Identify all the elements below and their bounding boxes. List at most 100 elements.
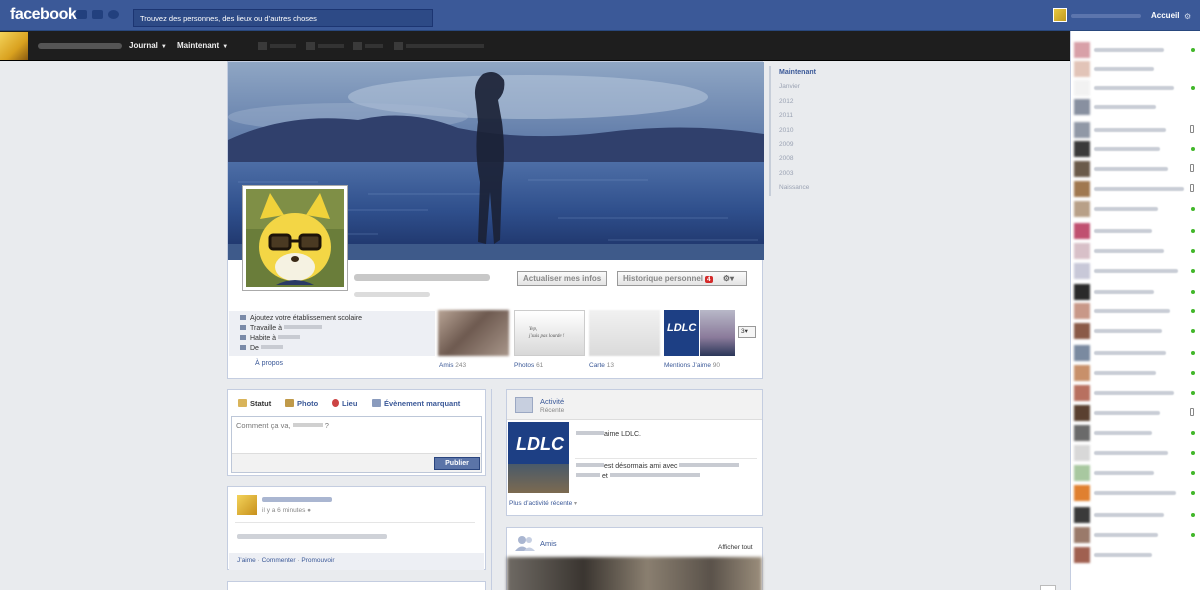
publish-button[interactable]: Publier: [434, 457, 480, 470]
tl-nav-item[interactable]: 2009: [779, 138, 849, 152]
about-link[interactable]: À propos: [255, 360, 283, 367]
friends-title[interactable]: Amis: [540, 539, 557, 548]
chat-contact[interactable]: [1074, 547, 1199, 563]
promote-link[interactable]: Promouvoir: [301, 557, 334, 564]
tab-life-event[interactable]: Évènement marquant: [372, 399, 460, 408]
timeline-bar-name-blurred[interactable]: [38, 43, 122, 49]
post-avatar[interactable]: [237, 495, 257, 515]
home-link[interactable]: Accueil: [1151, 11, 1179, 20]
profile-picture[interactable]: [242, 185, 348, 291]
tl-nav-item[interactable]: Naissance: [779, 181, 849, 195]
comment-link[interactable]: Commenter: [262, 557, 296, 564]
map-thumbnail[interactable]: [589, 310, 660, 356]
user-name-blurred[interactable]: [1071, 14, 1141, 18]
chat-contact[interactable]: [1074, 61, 1199, 77]
chat-contact[interactable]: [1074, 122, 1199, 138]
chat-contact[interactable]: [1074, 80, 1199, 96]
activity-item-like[interactable]: aime LDLC.: [576, 431, 641, 438]
chat-contact[interactable]: [1074, 303, 1199, 319]
chat-contact[interactable]: [1074, 99, 1199, 115]
tab-photo[interactable]: Photo: [285, 399, 318, 408]
photos-count-label[interactable]: Photos 61: [514, 362, 543, 369]
chat-contact[interactable]: [1074, 365, 1199, 381]
chat-contact[interactable]: [1074, 507, 1199, 523]
tab-place[interactable]: Lieu: [332, 399, 357, 408]
friends-photos-blurred[interactable]: [507, 557, 762, 590]
chat-contact[interactable]: [1074, 42, 1199, 58]
chat-options-button[interactable]: [1040, 585, 1056, 590]
chat-contact[interactable]: [1074, 323, 1199, 339]
chat-contact[interactable]: [1074, 161, 1199, 177]
faded-status-icon: [258, 42, 296, 51]
info-from-value-blurred[interactable]: [260, 345, 283, 349]
info-school[interactable]: Ajoutez votre établissement scolaire: [240, 315, 362, 322]
activity-item-friend-cont[interactable]: et: [576, 473, 700, 480]
photo-icon: [285, 399, 294, 407]
friends-thumbnail[interactable]: [438, 310, 509, 356]
chat-contact[interactable]: [1074, 465, 1199, 481]
more-thumbnails-button[interactable]: 3▾: [738, 326, 756, 338]
likes-thumbnail[interactable]: LDLC: [664, 310, 735, 356]
chat-contact[interactable]: [1074, 385, 1199, 401]
chevron-down-icon: ▾: [574, 501, 578, 507]
chat-contact[interactable]: [1074, 445, 1199, 461]
status-icon: [238, 399, 247, 407]
maintenant-menu[interactable]: Maintenant ▼: [177, 41, 228, 50]
chat-contact[interactable]: [1074, 243, 1199, 259]
chat-contact[interactable]: [1074, 527, 1199, 543]
tl-nav-item[interactable]: 2003: [779, 167, 849, 181]
chat-contact[interactable]: [1074, 201, 1199, 217]
chat-contact[interactable]: [1074, 141, 1199, 157]
chat-contact[interactable]: [1074, 425, 1199, 441]
info-work-value-blurred[interactable]: [284, 325, 323, 329]
more-activity-link[interactable]: Plus d’activité récente ▾: [509, 500, 577, 507]
tl-nav-now[interactable]: Maintenant: [779, 66, 849, 80]
online-dot: [1191, 147, 1195, 151]
facebook-logo[interactable]: facebook: [10, 6, 77, 24]
notifications-icon[interactable]: [108, 10, 119, 19]
chat-contact[interactable]: [1074, 223, 1199, 239]
chat-contact[interactable]: [1074, 284, 1199, 300]
activity-log-button[interactable]: Historique personnel 4 ⚙▾: [617, 271, 747, 286]
friends-box: Amis Afficher tout: [506, 527, 763, 590]
ldlc-page-image[interactable]: LDLC: [508, 422, 569, 493]
map-count-label[interactable]: Carte 13: [589, 362, 614, 369]
search-input[interactable]: Trouvez des personnes, des lieux ou d’au…: [133, 9, 433, 27]
see-all-friends-link[interactable]: Afficher tout: [718, 544, 753, 551]
tl-nav-item[interactable]: 2011: [779, 109, 849, 123]
tl-nav-item[interactable]: 2010: [779, 124, 849, 138]
friends-count-label[interactable]: Amis 243: [439, 362, 466, 369]
chat-contact[interactable]: [1074, 485, 1199, 501]
chat-contact[interactable]: [1074, 405, 1199, 421]
timeline-bar-avatar[interactable]: [0, 32, 28, 60]
status-input[interactable]: Comment ça va, ? Publier: [231, 416, 482, 473]
timeline-post: [227, 581, 486, 590]
chat-contact[interactable]: [1074, 345, 1199, 361]
photos-thumbnail[interactable]: Yep, j'suis pas lourde !: [514, 310, 585, 356]
tab-status[interactable]: Statut: [238, 399, 271, 408]
chat-contact[interactable]: [1074, 181, 1199, 197]
info-from-text: De: [250, 345, 259, 352]
friend-requests-icon[interactable]: [76, 10, 87, 19]
tl-nav-item[interactable]: 2008: [779, 152, 849, 166]
chat-contact[interactable]: [1074, 263, 1199, 279]
post-author-blurred[interactable]: [262, 497, 332, 502]
place-icon: [332, 399, 339, 407]
activity-item-friend[interactable]: est désormais ami avec: [576, 463, 740, 470]
post-time[interactable]: il y a 6 minutes ●: [262, 507, 311, 514]
work-icon: [240, 325, 246, 330]
online-dot: [1191, 309, 1195, 313]
tl-nav-item[interactable]: Janvier: [779, 80, 849, 94]
account-menu-icon[interactable]: ⚙: [1184, 12, 1191, 21]
online-dot: [1191, 207, 1195, 211]
user-avatar[interactable]: [1053, 8, 1067, 22]
tl-nav-item[interactable]: 2012: [779, 95, 849, 109]
likes-count-label[interactable]: Mentions J’aime 90: [664, 362, 720, 369]
timeline-bar: Journal ▼ Maintenant ▼: [0, 31, 1070, 61]
update-info-button[interactable]: Actualiser mes infos: [517, 271, 608, 286]
messages-icon[interactable]: [92, 10, 103, 19]
activity-title[interactable]: Activité: [540, 397, 564, 406]
info-lives-value-blurred[interactable]: [278, 335, 301, 339]
journal-menu[interactable]: Journal ▼: [129, 41, 167, 50]
like-link[interactable]: J’aime: [237, 557, 256, 564]
